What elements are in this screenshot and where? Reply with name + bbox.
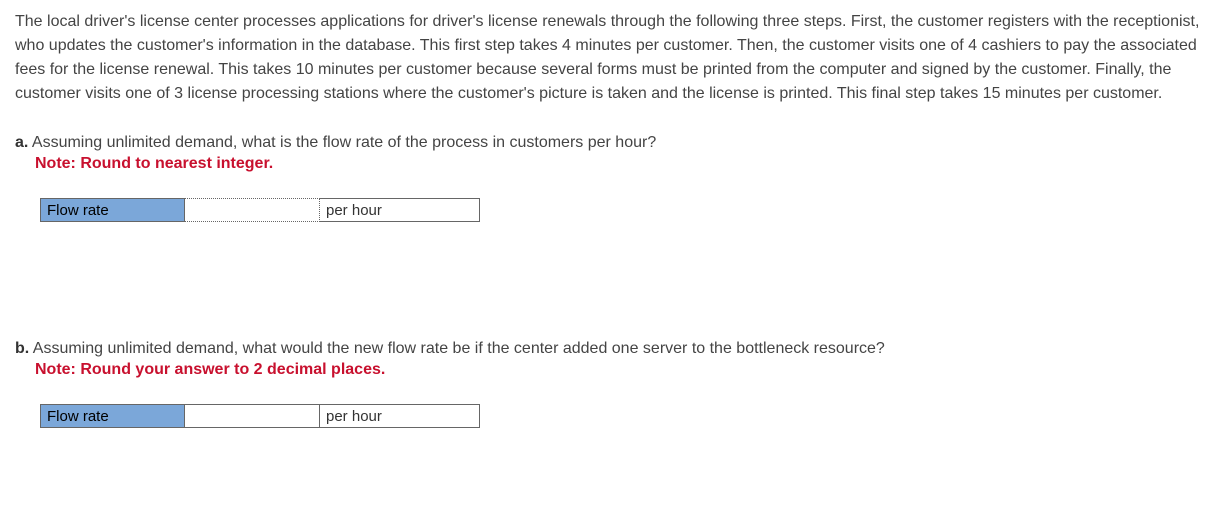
flow-rate-input-cell-a — [185, 198, 320, 222]
question-b-text: b. Assuming unlimited demand, what would… — [15, 337, 1204, 361]
question-a-block: a. Assuming unlimited demand, what is th… — [15, 131, 1204, 222]
question-a-text: a. Assuming unlimited demand, what is th… — [15, 131, 1204, 155]
flow-rate-input-a[interactable] — [185, 199, 319, 221]
question-b-note: Note: Round your answer to 2 decimal pla… — [35, 361, 1204, 379]
question-b-letter: b. — [15, 340, 29, 357]
flow-rate-unit-b: per hour — [320, 404, 480, 428]
answer-row-b: Flow rate per hour — [40, 404, 1204, 428]
question-b-block: b. Assuming unlimited demand, what would… — [15, 337, 1204, 428]
flow-rate-label-b: Flow rate — [40, 404, 185, 428]
answer-row-a: Flow rate per hour — [40, 198, 1204, 222]
flow-rate-unit-a: per hour — [320, 198, 480, 222]
flow-rate-label-a: Flow rate — [40, 198, 185, 222]
intro-paragraph: The local driver's license center proces… — [15, 10, 1204, 106]
flow-rate-input-cell-b — [185, 404, 320, 428]
question-a-letter: a. — [15, 134, 28, 151]
flow-rate-input-b[interactable] — [185, 405, 319, 427]
question-a-body: Assuming unlimited demand, what is the f… — [32, 134, 656, 151]
question-a-note: Note: Round to nearest integer. — [35, 155, 1204, 173]
question-b-body: Assuming unlimited demand, what would th… — [33, 340, 885, 357]
